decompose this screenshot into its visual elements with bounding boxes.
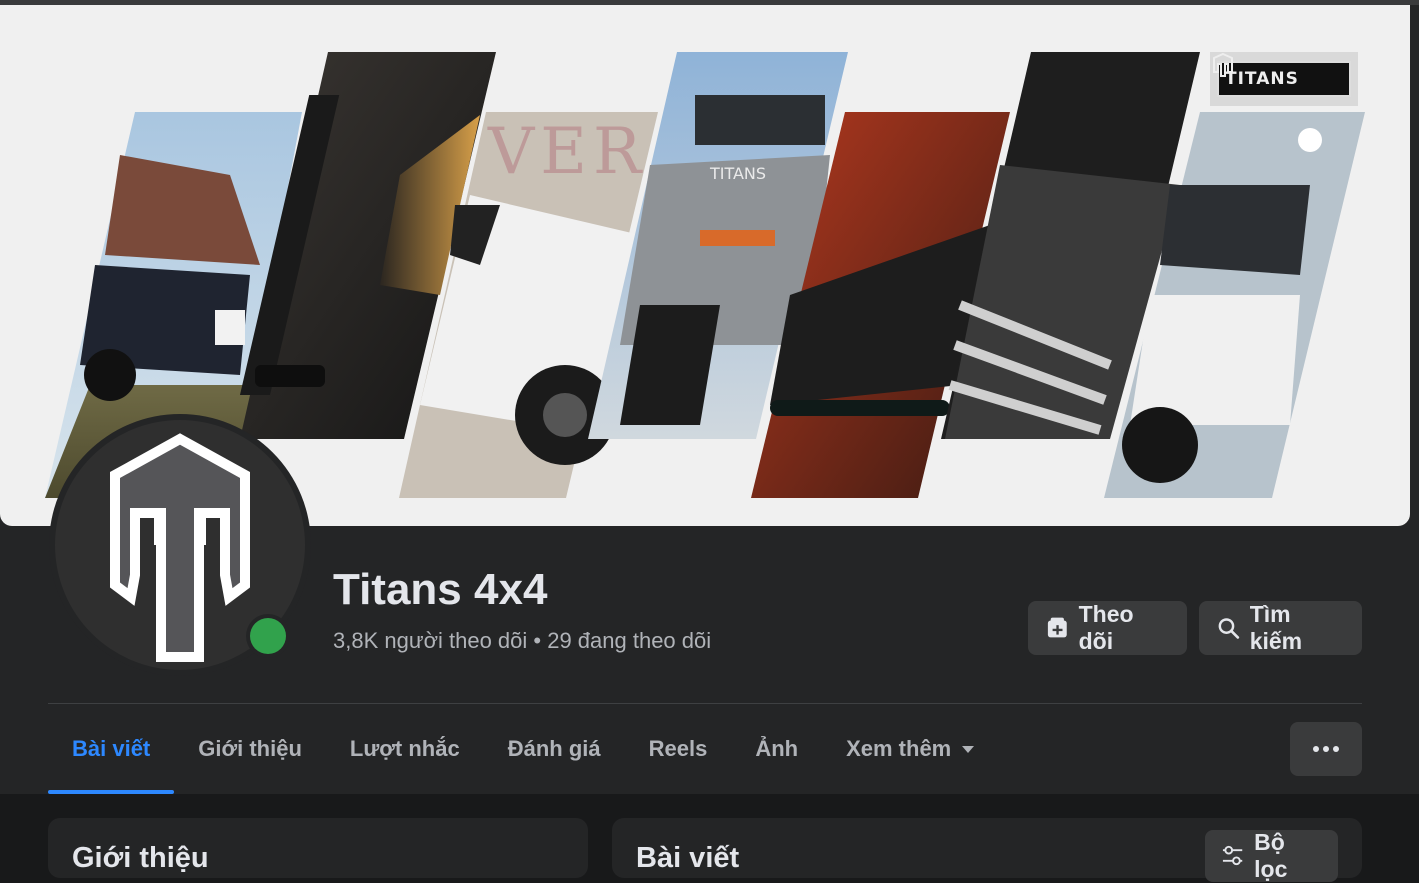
- filter-button-label: Bộ lọc: [1254, 829, 1288, 882]
- search-button[interactable]: Tìm kiếm: [1199, 601, 1362, 655]
- page-title: Titans 4x4: [333, 565, 548, 614]
- search-button-label: Tìm kiếm: [1249, 601, 1303, 654]
- cover-logo: TITANS: [1210, 52, 1358, 106]
- tab-see-more[interactable]: Xem thêm: [822, 704, 999, 794]
- follower-stats[interactable]: 3,8K người theo dõi • 29 đang theo dõi: [333, 628, 711, 654]
- helmet-icon: [1213, 52, 1233, 77]
- dot-icon: [1333, 746, 1339, 752]
- follow-icon: [1047, 617, 1067, 638]
- posts-card-title: Bài viết: [636, 842, 740, 874]
- tab-label: Đánh giá: [507, 736, 601, 761]
- posts-card: Bài viết Bộ lọc: [612, 818, 1362, 882]
- filter-button[interactable]: Bộ lọc: [1205, 829, 1338, 882]
- search-icon: [1218, 618, 1240, 639]
- tab-label: Bài viết: [72, 736, 151, 761]
- more-options-button[interactable]: [1290, 722, 1362, 776]
- follow-button-label: Theo dõi: [1078, 601, 1134, 654]
- tab-label: Ảnh: [755, 736, 799, 761]
- tab-reels[interactable]: Reels: [625, 704, 732, 794]
- tab-label: Giới thiệu: [198, 736, 302, 761]
- cover-background-text: VER: [488, 115, 648, 189]
- tab-about[interactable]: Giới thiệu: [174, 704, 326, 794]
- dot-icon: [1313, 746, 1319, 752]
- tab-label: Lượt nhắc: [349, 736, 460, 761]
- tab-photos[interactable]: Ảnh: [731, 704, 822, 794]
- tab-mentions[interactable]: Lượt nhắc: [326, 704, 484, 794]
- tab-reviews[interactable]: Đánh giá: [484, 704, 625, 794]
- profile-tabs: Bài viết Giới thiệu Lượt nhắc Đánh giá R…: [48, 704, 999, 794]
- follow-button[interactable]: Theo dõi: [1028, 601, 1187, 655]
- intro-card: Giới thiệu: [48, 818, 588, 878]
- tab-label: Xem thêm: [846, 736, 952, 761]
- tab-label: Reels: [648, 736, 708, 761]
- cover-logo-text: TITANS: [1225, 69, 1299, 89]
- spartan-helmet-logo: [110, 433, 250, 662]
- online-status-indicator: [246, 614, 290, 658]
- dot-icon: [1323, 746, 1329, 752]
- sliders-icon: [1222, 845, 1243, 866]
- rack-text: TITANS: [709, 164, 766, 183]
- caret-down-icon: [962, 746, 975, 753]
- tab-posts[interactable]: Bài viết: [48, 704, 175, 794]
- intro-card-title: Giới thiệu: [72, 842, 209, 874]
